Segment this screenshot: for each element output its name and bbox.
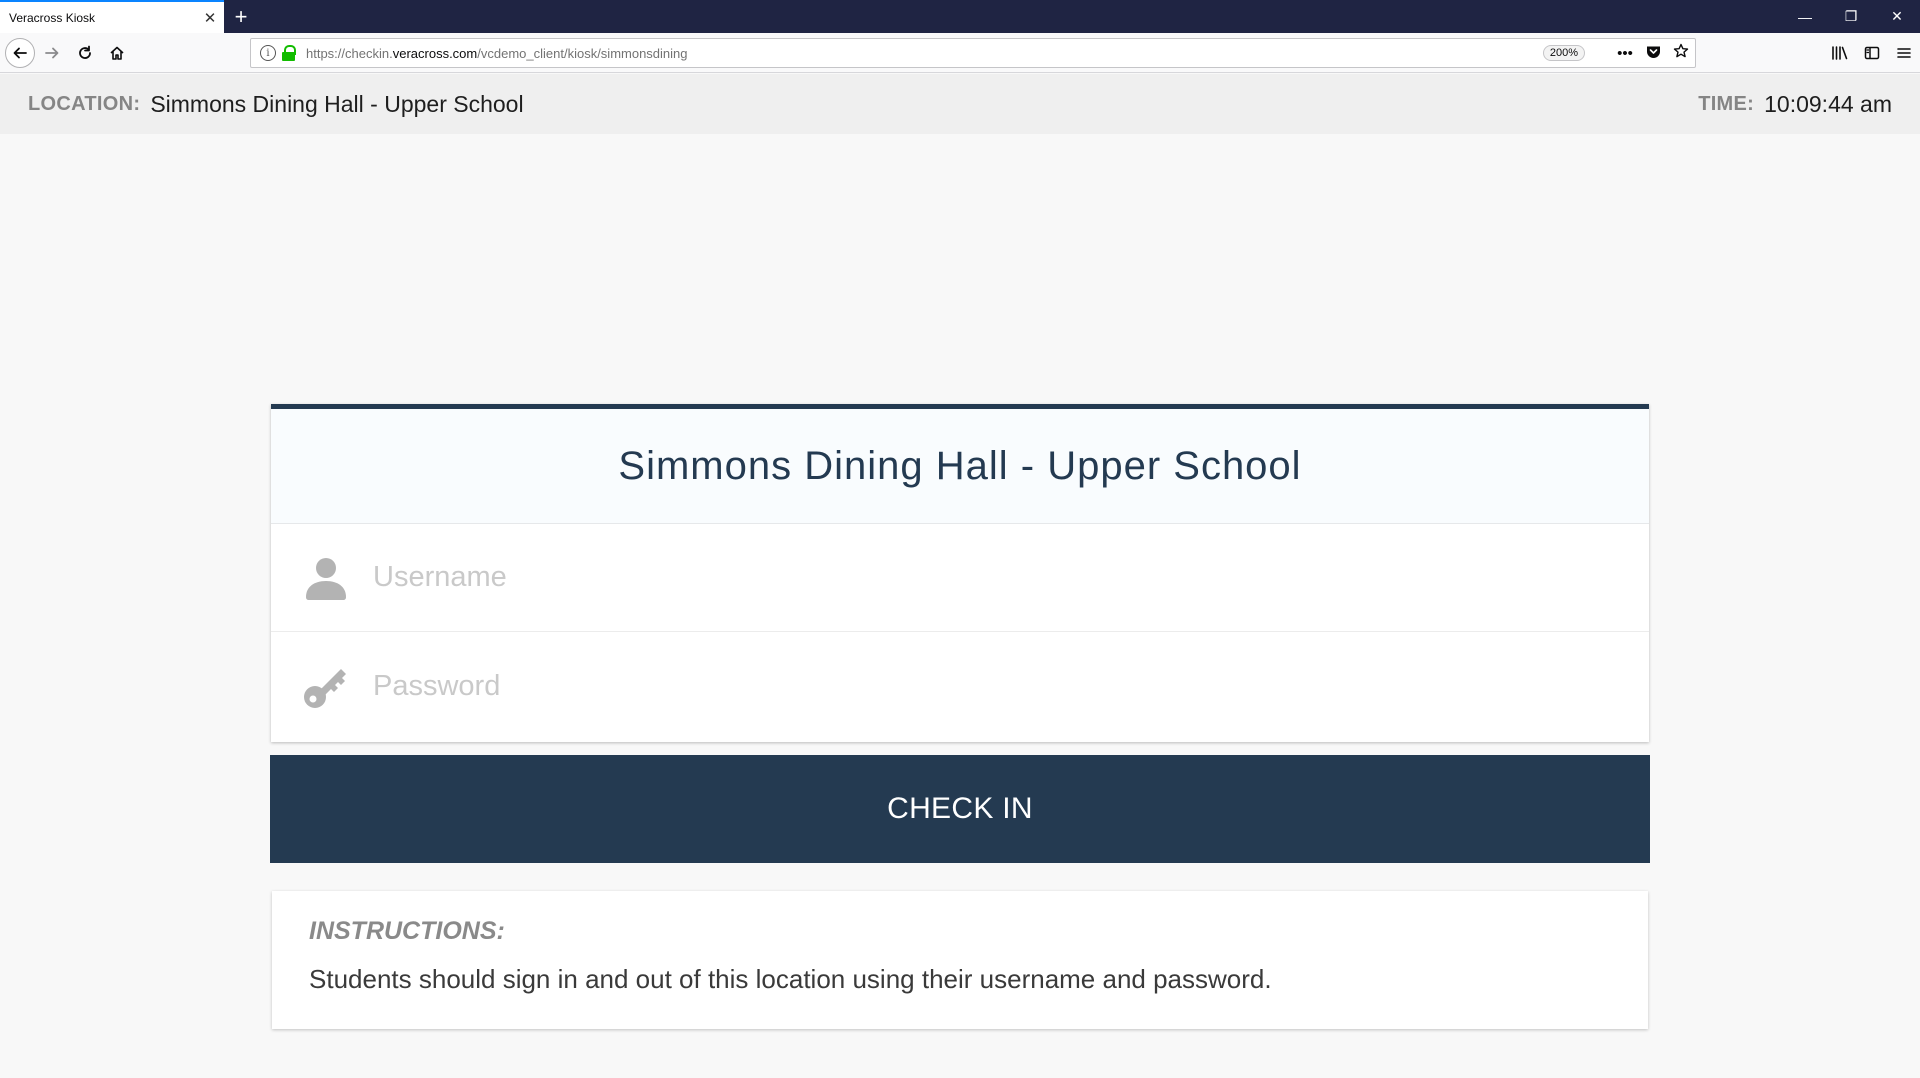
user-icon bbox=[299, 551, 353, 605]
tab-close-icon[interactable]: ✕ bbox=[196, 9, 224, 27]
browser-titlebar: Veracross Kiosk ✕ + — ❐ ✕ bbox=[0, 0, 1920, 33]
url-bar[interactable]: i https://checkin.veracross.com/vcdemo_c… bbox=[250, 38, 1696, 68]
browser-tab[interactable]: Veracross Kiosk ✕ bbox=[0, 0, 224, 33]
username-input[interactable] bbox=[353, 524, 1649, 631]
instructions-panel: INSTRUCTIONS: Students should sign in an… bbox=[272, 891, 1648, 1029]
new-tab-icon[interactable]: + bbox=[228, 0, 254, 33]
location-label: LOCATION: bbox=[28, 92, 141, 115]
menu-icon[interactable] bbox=[1888, 38, 1920, 68]
info-icon[interactable]: i bbox=[260, 45, 276, 61]
url-domain: veracross.com bbox=[392, 45, 478, 61]
browser-navbar: i https://checkin.veracross.com/vcdemo_c… bbox=[0, 33, 1920, 73]
time-value: 10:09:44 am bbox=[1764, 90, 1892, 117]
restore-icon[interactable]: ❐ bbox=[1828, 0, 1874, 33]
login-card: Simmons Dining Hall - Upper School bbox=[271, 404, 1649, 742]
home-icon[interactable] bbox=[102, 38, 132, 68]
url-prefix: https://checkin. bbox=[306, 45, 393, 61]
url-path: /vcdemo_client/kiosk/simmonsdining bbox=[477, 45, 688, 61]
pocket-icon[interactable] bbox=[1639, 45, 1667, 62]
instructions-text: Students should sign in and out of this … bbox=[309, 964, 1272, 994]
lock-icon[interactable] bbox=[282, 45, 296, 61]
toolbar-right bbox=[1824, 38, 1920, 68]
location-value: Simmons Dining Hall - Upper School bbox=[150, 90, 524, 117]
more-actions-icon[interactable]: ••• bbox=[1611, 45, 1639, 62]
zoom-level-badge[interactable]: 200% bbox=[1542, 45, 1585, 61]
instructions-label: INSTRUCTIONS: bbox=[309, 917, 505, 945]
window-controls: — ❐ ✕ bbox=[1782, 0, 1920, 33]
time-info: TIME: 10:09:44 am bbox=[1698, 74, 1892, 134]
time-label: TIME: bbox=[1698, 92, 1755, 115]
username-row bbox=[271, 524, 1649, 632]
sidebar-icon[interactable] bbox=[1856, 38, 1888, 68]
forward-arrow-icon[interactable] bbox=[37, 38, 67, 68]
tab-title: Veracross Kiosk bbox=[9, 10, 96, 25]
password-row bbox=[271, 632, 1649, 740]
card-header: Simmons Dining Hall - Upper School bbox=[271, 409, 1649, 524]
key-icon bbox=[299, 659, 353, 713]
kiosk-page: LOCATION: Simmons Dining Hall - Upper Sc… bbox=[0, 74, 1920, 1078]
location-info: LOCATION: Simmons Dining Hall - Upper Sc… bbox=[28, 74, 524, 134]
password-input[interactable] bbox=[353, 632, 1649, 740]
close-window-icon[interactable]: ✕ bbox=[1874, 0, 1920, 33]
kiosk-header: LOCATION: Simmons Dining Hall - Upper Sc… bbox=[0, 74, 1920, 134]
library-icon[interactable] bbox=[1824, 38, 1856, 68]
back-arrow-icon[interactable] bbox=[5, 38, 35, 68]
check-in-button[interactable]: CHECK IN bbox=[270, 755, 1650, 863]
url-text[interactable]: https://checkin.veracross.com/vcdemo_cli… bbox=[306, 46, 1543, 61]
star-icon[interactable] bbox=[1667, 43, 1695, 63]
card-title: Simmons Dining Hall - Upper School bbox=[618, 443, 1302, 488]
minimize-icon[interactable]: — bbox=[1782, 0, 1828, 33]
reload-icon[interactable] bbox=[70, 38, 100, 68]
